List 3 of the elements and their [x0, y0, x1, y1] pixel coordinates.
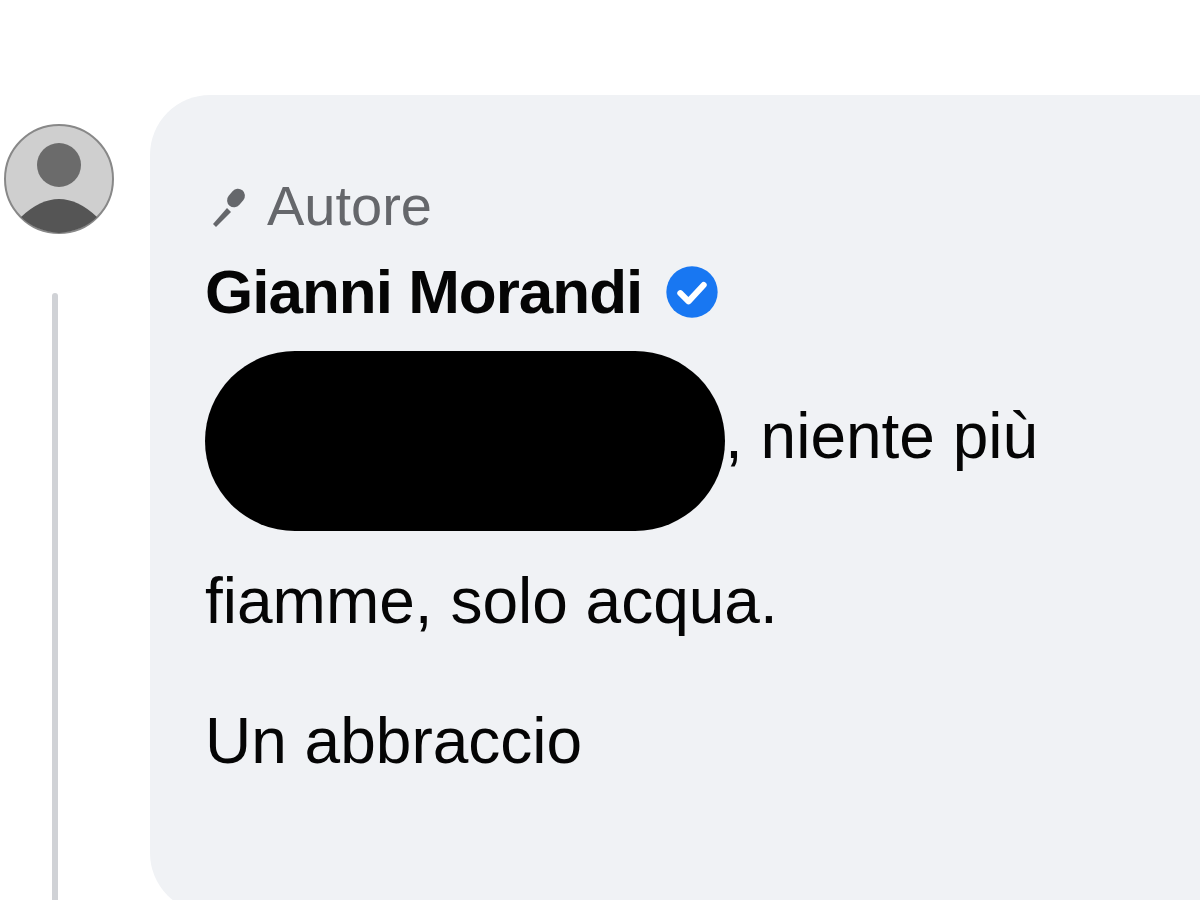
comment-text: , niente più fiamme, solo acqua. Un abbraccio — [205, 399, 1039, 777]
author-name[interactable]: Gianni Morandi — [205, 256, 643, 327]
role-label: Autore — [267, 173, 432, 238]
